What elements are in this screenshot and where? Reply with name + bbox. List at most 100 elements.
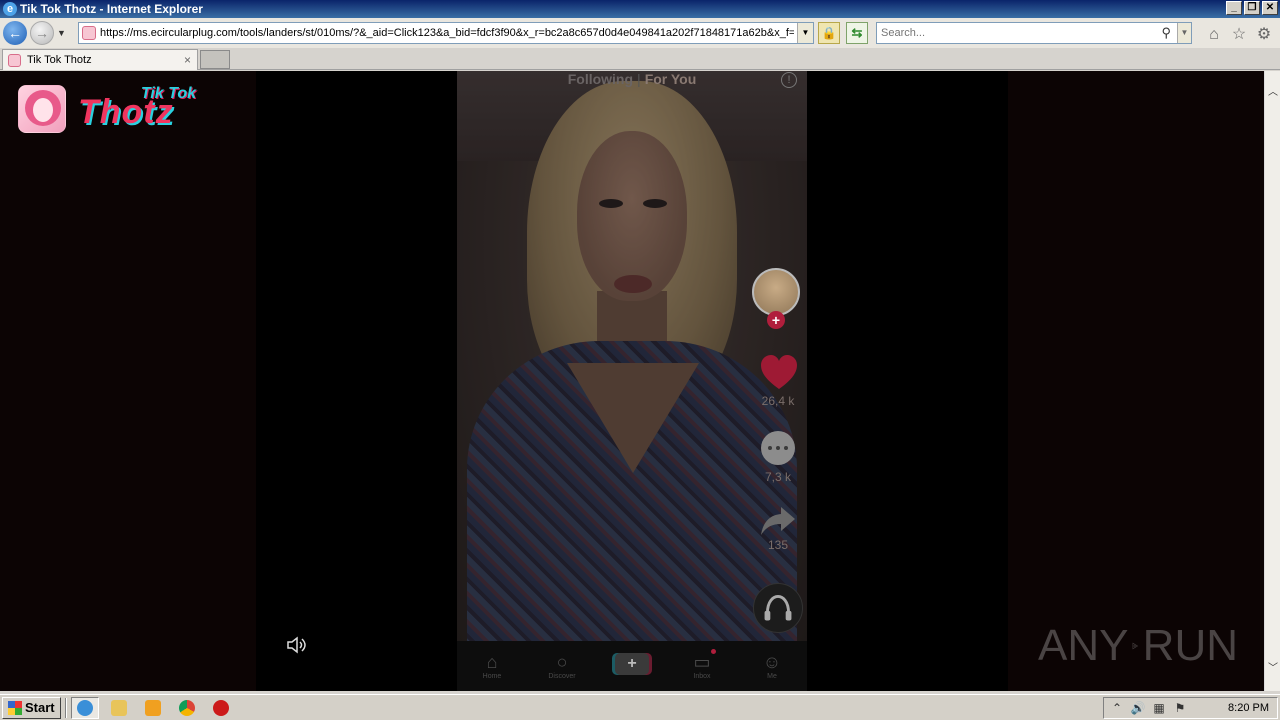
search-icon: ○ — [556, 652, 568, 672]
url-text[interactable]: https://ms.ecircularplug.com/tools/lande… — [100, 27, 794, 39]
address-field[interactable]: https://ms.ecircularplug.com/tools/lande… — [78, 22, 814, 44]
follow-button[interactable]: + — [767, 311, 785, 329]
bottom-nav: ⌂ Home ○ Discover + ▭ Inbox ☺ Me — [457, 641, 807, 691]
security-lock-button[interactable]: 🔒 — [818, 22, 840, 44]
window-title: Tik Tok Thotz - Internet Explorer — [20, 2, 203, 16]
comments-count: 7,3 k — [764, 470, 791, 484]
taskbar-chrome[interactable] — [173, 697, 201, 719]
internet-explorer-icon — [76, 699, 93, 716]
taskbar: Start ⌃ 🔊 ▦ ⚑ 8:20 PM — [0, 694, 1280, 720]
feed-tabs: Following | For You — [457, 71, 807, 89]
play-icon — [1133, 642, 1139, 650]
internet-explorer-icon: e — [3, 2, 17, 16]
page-content: Tik Tok Thotz Following | For You ! + 26… — [0, 71, 1264, 691]
nav-home[interactable]: ⌂ Home — [467, 651, 517, 680]
start-button[interactable]: Start — [2, 696, 61, 719]
taskbar-separator — [64, 697, 67, 718]
home-icon[interactable]: ⌂ — [1205, 26, 1223, 44]
headphones-icon — [764, 595, 792, 621]
info-icon[interactable]: ! — [781, 72, 797, 88]
taskbar-opera[interactable] — [207, 697, 235, 719]
inbox-notification-dot — [711, 649, 716, 654]
profile-icon: ☺ — [762, 652, 782, 672]
comment-icon[interactable] — [761, 431, 795, 465]
search-provider-dropdown[interactable]: ▼ — [1177, 23, 1191, 43]
tab-tik-tok-thotz[interactable]: Tik Tok Thotz × — [2, 49, 198, 70]
logo-wordmark: Tik Tok Thotz — [78, 85, 200, 133]
scroll-up-arrow-icon[interactable]: ︿ — [1265, 85, 1280, 101]
recent-pages-dropdown[interactable]: ▼ — [57, 28, 67, 38]
taskbar-file-explorer[interactable] — [105, 697, 133, 719]
tab-following[interactable]: Following — [568, 71, 633, 87]
likes-count: 26,4 k — [761, 394, 795, 408]
start-label: Start — [25, 700, 55, 715]
nav-home-label: Home — [482, 673, 502, 680]
search-input[interactable] — [877, 27, 1147, 39]
nav-create[interactable]: + — [607, 651, 657, 675]
opera-icon — [212, 699, 229, 716]
site-logo[interactable]: Tik Tok Thotz — [18, 85, 200, 133]
video-player[interactable]: Following | For You ! + 26,4 k 7,3 k 135 ⌂ — [457, 71, 807, 691]
back-arrow-icon: ← — [8, 25, 22, 41]
nav-inbox[interactable]: ▭ Inbox — [677, 649, 727, 680]
close-window-button[interactable]: ✕ — [1262, 1, 1278, 15]
close-tab-icon[interactable]: × — [184, 53, 191, 67]
taskbar-internet-explorer[interactable] — [70, 696, 99, 719]
home-icon: ⌂ — [486, 652, 498, 672]
nav-inbox-label: Inbox — [693, 673, 711, 680]
search-icon[interactable]: ⚲ — [1161, 25, 1171, 41]
refresh-button[interactable]: ⇆ — [846, 22, 868, 44]
shares-count: 135 — [767, 538, 789, 552]
nav-discover-label: Discover — [548, 673, 576, 680]
inbox-icon: ▭ — [693, 652, 711, 672]
create-button[interactable]: + — [615, 653, 649, 675]
lock-icon: 🔒 — [821, 26, 837, 40]
anyrun-watermark: ANY RUN — [1038, 611, 1238, 681]
forward-button[interactable]: → — [30, 21, 54, 45]
star-icon[interactable]: ☆ — [1230, 26, 1248, 44]
folder-icon — [110, 699, 127, 716]
windows-flag-icon — [8, 700, 22, 715]
minimize-button[interactable]: _ — [1226, 1, 1242, 15]
new-tab-button[interactable] — [200, 50, 230, 69]
gear-icon[interactable]: ⚙ — [1255, 26, 1273, 44]
video-frame[interactable] — [457, 71, 807, 661]
tab-bar: Tik Tok Thotz × — [0, 48, 1280, 70]
refresh-icon: ⇆ — [851, 25, 863, 40]
logo-avatar-icon — [18, 85, 66, 133]
tab-favicon — [8, 53, 21, 67]
address-dropdown-button[interactable]: ▼ — [797, 23, 813, 43]
volume-icon[interactable]: 🔊 — [1130, 700, 1146, 716]
action-center-flag-icon[interactable]: ⚑ — [1172, 700, 1188, 716]
music-disc[interactable] — [753, 583, 803, 633]
watermark-left-text: ANY — [1038, 621, 1129, 670]
clock[interactable]: 8:20 PM — [1228, 702, 1269, 714]
nav-discover[interactable]: ○ Discover — [537, 651, 587, 680]
right-panel — [1008, 71, 1264, 691]
forward-arrow-icon: → — [35, 25, 49, 41]
restore-button[interactable]: ❐ — [1244, 1, 1260, 15]
show-hidden-icons-icon[interactable]: ⌃ — [1109, 700, 1125, 716]
share-icon[interactable] — [759, 505, 797, 537]
media-player-icon — [144, 699, 161, 716]
chrome-icon — [178, 699, 195, 716]
nav-me[interactable]: ☺ Me — [747, 651, 797, 680]
heart-icon[interactable] — [759, 353, 799, 393]
window-titlebar: e Tik Tok Thotz - Internet Explorer _ ❐ … — [0, 0, 1280, 18]
scroll-down-arrow-icon[interactable]: ﹀ — [1265, 661, 1280, 677]
window-controls: _ ❐ ✕ — [1226, 1, 1278, 15]
back-button[interactable]: ← — [3, 21, 27, 45]
network-icon[interactable]: ▦ — [1151, 700, 1167, 716]
tab-label: Tik Tok Thotz — [27, 54, 92, 66]
search-field[interactable]: ⚲ ▼ — [876, 22, 1192, 44]
address-toolbar: ← → ▼ https://ms.ecircularplug.com/tools… — [0, 18, 1280, 48]
nav-me-label: Me — [767, 673, 777, 680]
creator-avatar[interactable] — [752, 268, 800, 316]
vertical-scrollbar[interactable]: ︿ ﹀ — [1264, 71, 1280, 691]
tab-for-you[interactable]: For You — [645, 71, 697, 87]
watermark-right-text: RUN — [1142, 621, 1238, 670]
taskbar-media-player[interactable] — [139, 697, 167, 719]
site-favicon — [82, 26, 96, 40]
logo-big-text: Thotz — [78, 93, 174, 131]
volume-icon[interactable] — [286, 636, 308, 654]
